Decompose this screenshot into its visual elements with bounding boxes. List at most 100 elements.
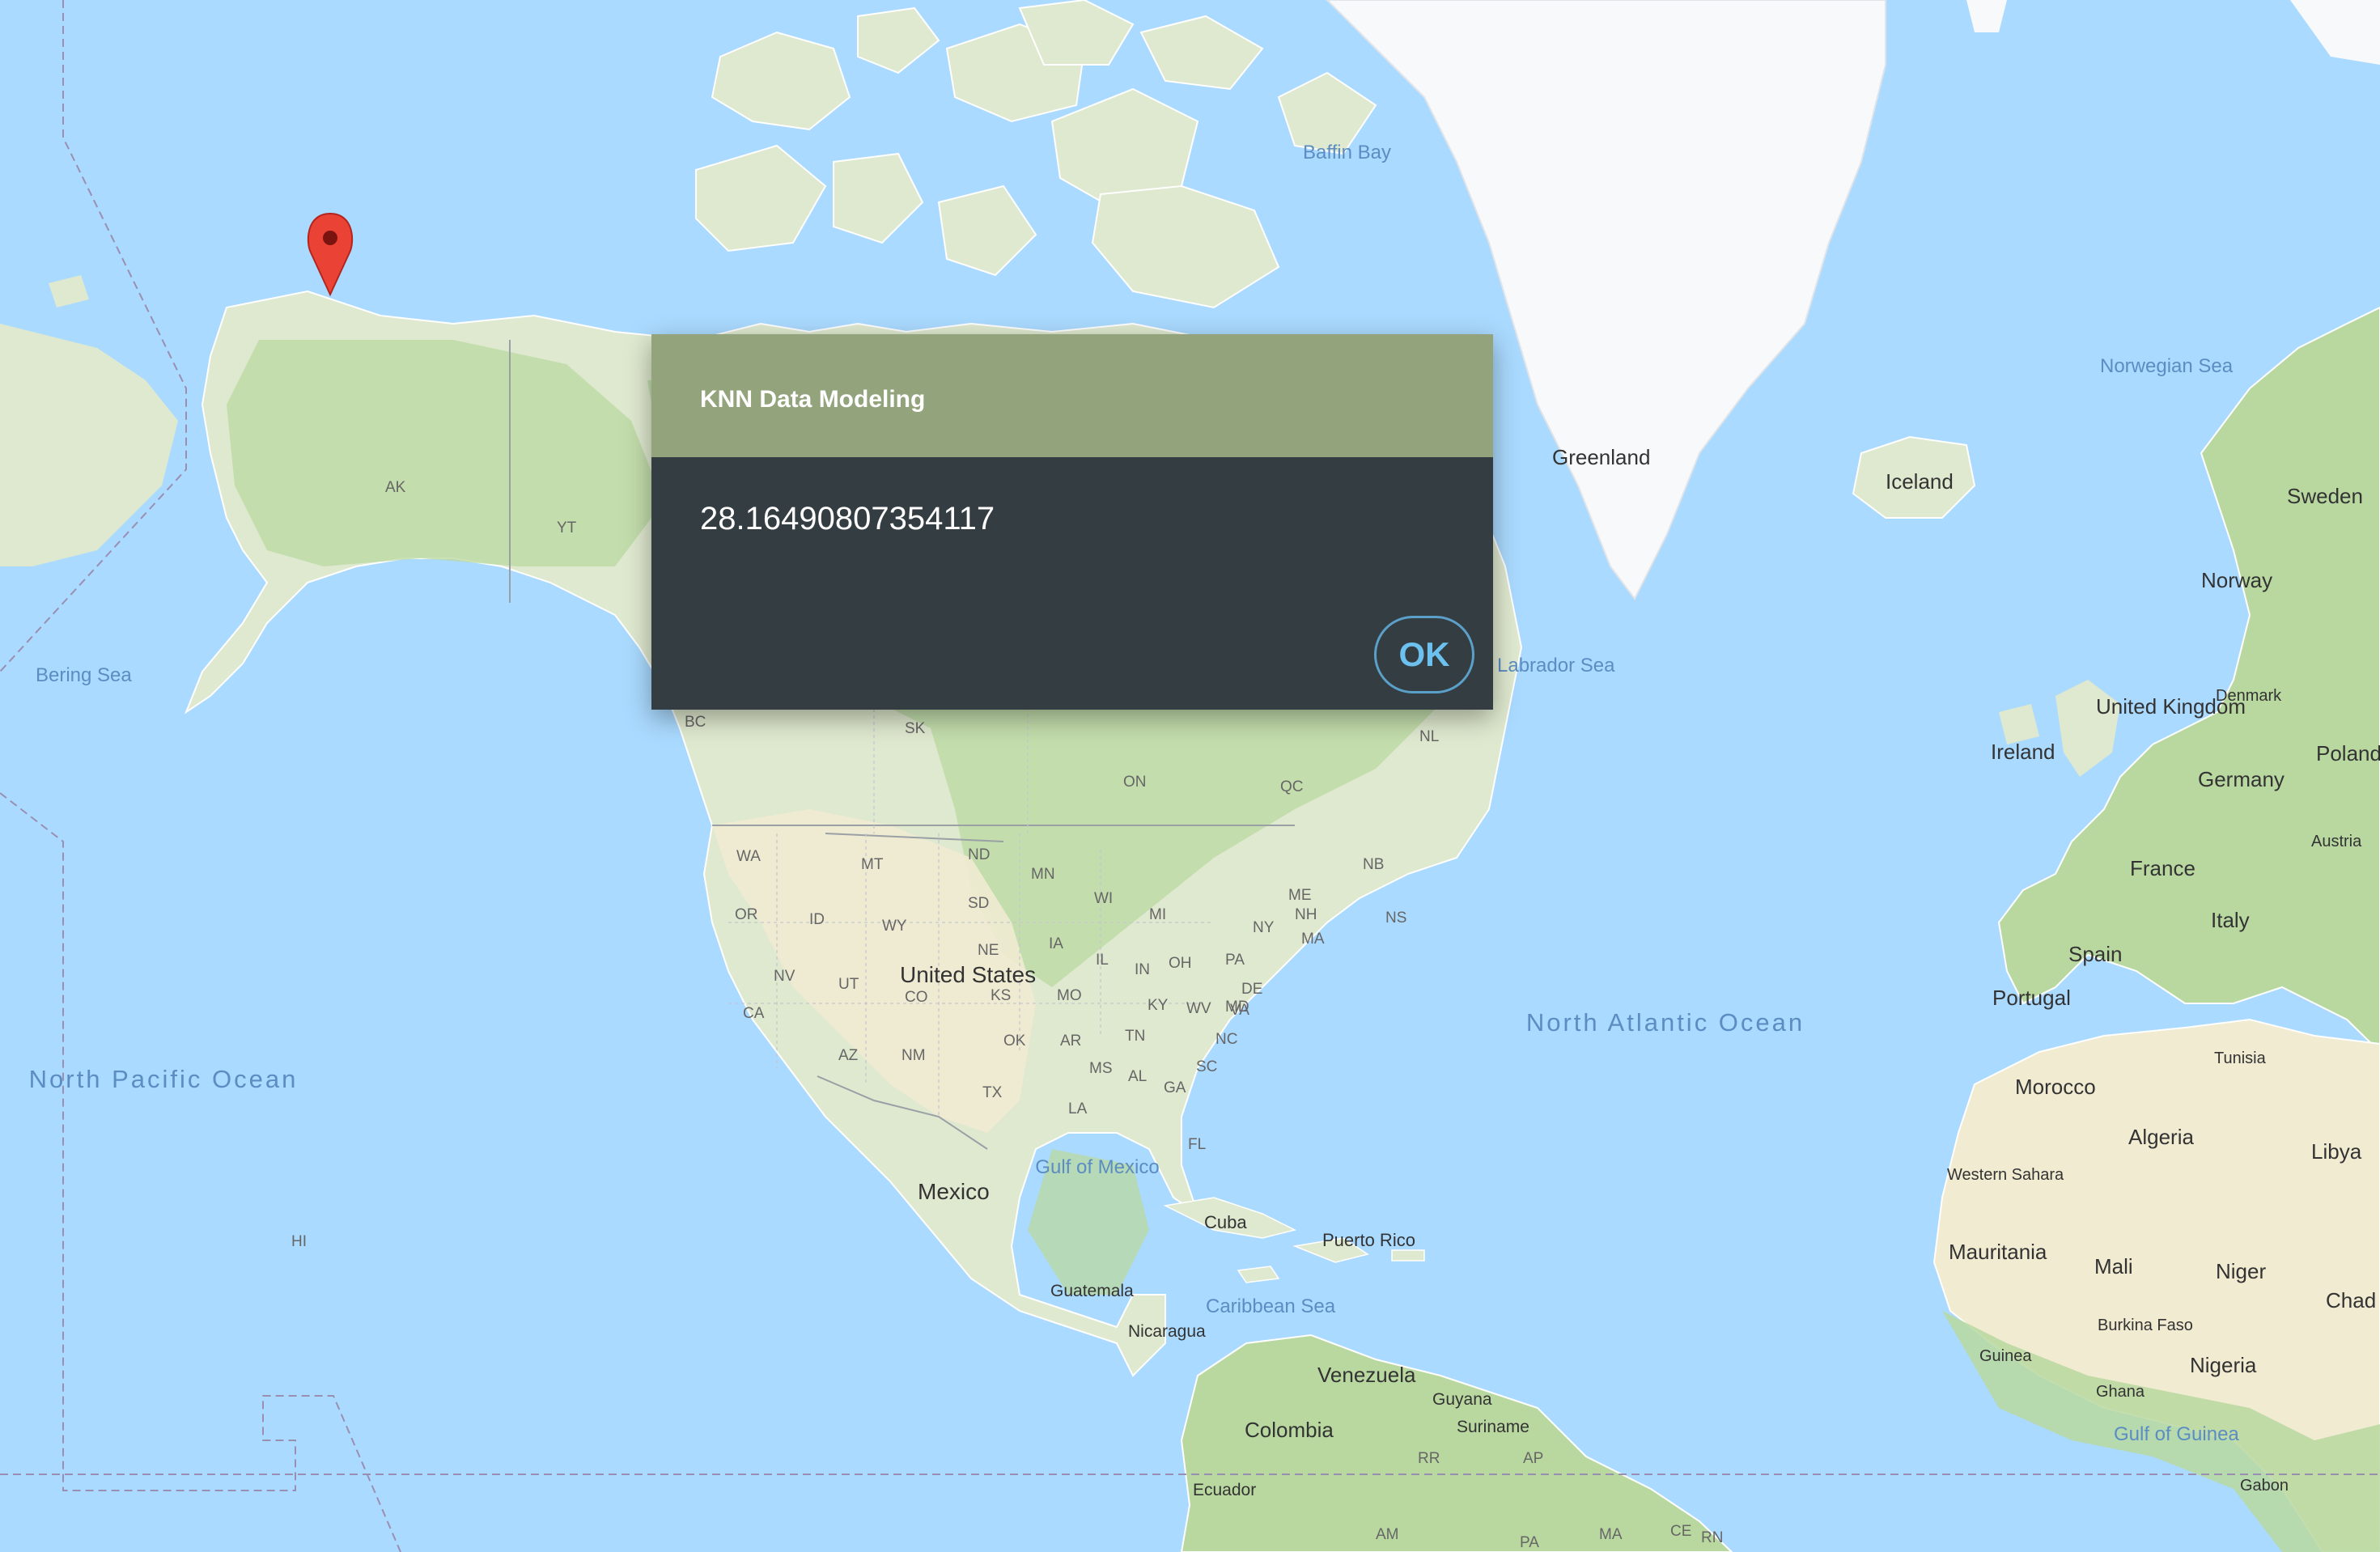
country-label: Nigeria: [2190, 1353, 2257, 1377]
country-label: Nicaragua: [1128, 1322, 1206, 1341]
region-label: NC: [1215, 1031, 1237, 1048]
region-label: FL: [1188, 1136, 1206, 1153]
region-label: ND: [968, 846, 990, 863]
dialog-body: 28.16490807354117 OK: [651, 457, 1493, 710]
region-label: PA: [1225, 952, 1245, 969]
region-label: OR: [735, 906, 758, 923]
region-label: NS: [1385, 910, 1406, 927]
region-label: CO: [905, 989, 928, 1006]
country-label: Morocco: [2015, 1075, 2096, 1099]
dialog-message: 28.16490807354117: [700, 501, 995, 536]
ok-button[interactable]: OK: [1374, 616, 1474, 693]
ocean-label: Norwegian Sea: [2100, 355, 2234, 377]
region-label: MA: [1599, 1526, 1623, 1543]
country-label: United Kingdom: [2096, 694, 2246, 719]
country-label: Gabon: [2240, 1477, 2289, 1495]
region-label: WY: [882, 918, 907, 935]
region-label: AK: [385, 479, 406, 496]
country-label: Suriname: [1457, 1418, 1529, 1436]
region-label: IN: [1135, 961, 1150, 978]
country-label: Colombia: [1245, 1418, 1334, 1442]
country-label: Poland: [2316, 741, 2380, 765]
country-label: Austria: [2311, 833, 2362, 850]
region-label: SC: [1196, 1058, 1217, 1075]
region-label: SK: [905, 720, 926, 737]
region-label: NV: [774, 968, 795, 985]
region-label: LA: [1068, 1100, 1088, 1117]
map-canvas[interactable]: Baffin Bay Norwegian Sea Bering Sea Labr…: [0, 0, 2380, 1552]
country-label: Puerto Rico: [1322, 1230, 1415, 1250]
country-label: Chad: [2326, 1288, 2376, 1312]
country-label: Guatemala: [1050, 1282, 1134, 1300]
region-label: PA: [1520, 1534, 1539, 1551]
country-label: Ghana: [2096, 1383, 2145, 1401]
country-label: Venezuela: [1317, 1363, 1416, 1387]
region-label: TX: [982, 1084, 1003, 1101]
region-label: OH: [1169, 955, 1192, 972]
region-label: MT: [861, 856, 884, 873]
region-label: MI: [1149, 906, 1166, 923]
region-label: AR: [1060, 1033, 1081, 1050]
region-label: AZ: [838, 1047, 859, 1064]
region-label: NE: [978, 942, 999, 959]
country-label: Norway: [2201, 568, 2272, 592]
region-label: OK: [1003, 1033, 1026, 1050]
region-label: AM: [1376, 1526, 1399, 1543]
region-label: GA: [1164, 1079, 1186, 1096]
country-label: Portugal: [1992, 986, 2071, 1010]
region-label: DE: [1241, 981, 1262, 998]
region-label: KS: [991, 987, 1011, 1004]
region-label: NH: [1295, 906, 1317, 923]
region-label: TN: [1125, 1028, 1145, 1045]
country-label: Italy: [2211, 908, 2250, 932]
region-label: UT: [838, 976, 859, 993]
country-label: Germany: [2198, 767, 2285, 791]
region-label: ON: [1123, 774, 1147, 791]
region-label: MN: [1031, 866, 1055, 883]
country-label: France: [2130, 856, 2195, 880]
region-label: KY: [1148, 997, 1169, 1014]
country-label: Greenland: [1552, 445, 1650, 469]
ocean-label: North Pacific Ocean: [29, 1065, 299, 1093]
country-label: Ireland: [1991, 740, 2055, 764]
region-label: ME: [1288, 887, 1312, 904]
region-label: CE: [1670, 1523, 1691, 1540]
region-label: IA: [1049, 935, 1063, 952]
region-label: ID: [809, 911, 825, 928]
ocean-label: Baffin Bay: [1303, 142, 1391, 163]
ocean-label: North Atlantic Ocean: [1526, 1008, 1805, 1037]
region-label: AL: [1128, 1068, 1147, 1085]
region-label: NB: [1363, 856, 1384, 873]
country-label: Western Sahara: [1947, 1166, 2064, 1184]
region-label: RN: [1701, 1529, 1723, 1546]
region-label: RR: [1418, 1450, 1440, 1467]
region-label: QC: [1280, 778, 1304, 795]
country-label: Algeria: [2128, 1125, 2194, 1149]
ocean-label: Bering Sea: [36, 664, 132, 686]
region-label: NL: [1419, 728, 1439, 745]
region-label: NY: [1253, 919, 1275, 936]
country-label: Guinea: [1979, 1347, 2032, 1365]
country-label: Tunisia: [2214, 1050, 2267, 1067]
country-label: Burkina Faso: [2098, 1317, 2193, 1334]
dialog-header: KNN Data Modeling: [651, 334, 1493, 457]
country-label: Cuba: [1204, 1212, 1247, 1232]
region-label: IL: [1096, 952, 1109, 969]
region-label: WV: [1186, 1000, 1211, 1017]
country-label: Libya: [2311, 1139, 2362, 1164]
region-label: MS: [1089, 1060, 1113, 1077]
alert-dialog: KNN Data Modeling 28.16490807354117 OK: [651, 334, 1493, 710]
region-label: WA: [736, 848, 761, 865]
country-label: Spain: [2068, 942, 2123, 966]
country-label: Mexico: [918, 1179, 990, 1204]
ocean-label: Labrador Sea: [1497, 655, 1615, 676]
ocean-label: Caribbean Sea: [1206, 1295, 1336, 1317]
region-label: YT: [557, 519, 577, 536]
region-label: WI: [1094, 890, 1113, 907]
country-label: Mali: [2094, 1254, 2133, 1278]
ocean-label: Gulf of Guinea: [2114, 1423, 2239, 1445]
region-label: MO: [1057, 987, 1082, 1004]
country-label: Ecuador: [1193, 1481, 1256, 1499]
region-label: SD: [968, 895, 989, 912]
country-label: Mauritania: [1949, 1240, 2047, 1264]
